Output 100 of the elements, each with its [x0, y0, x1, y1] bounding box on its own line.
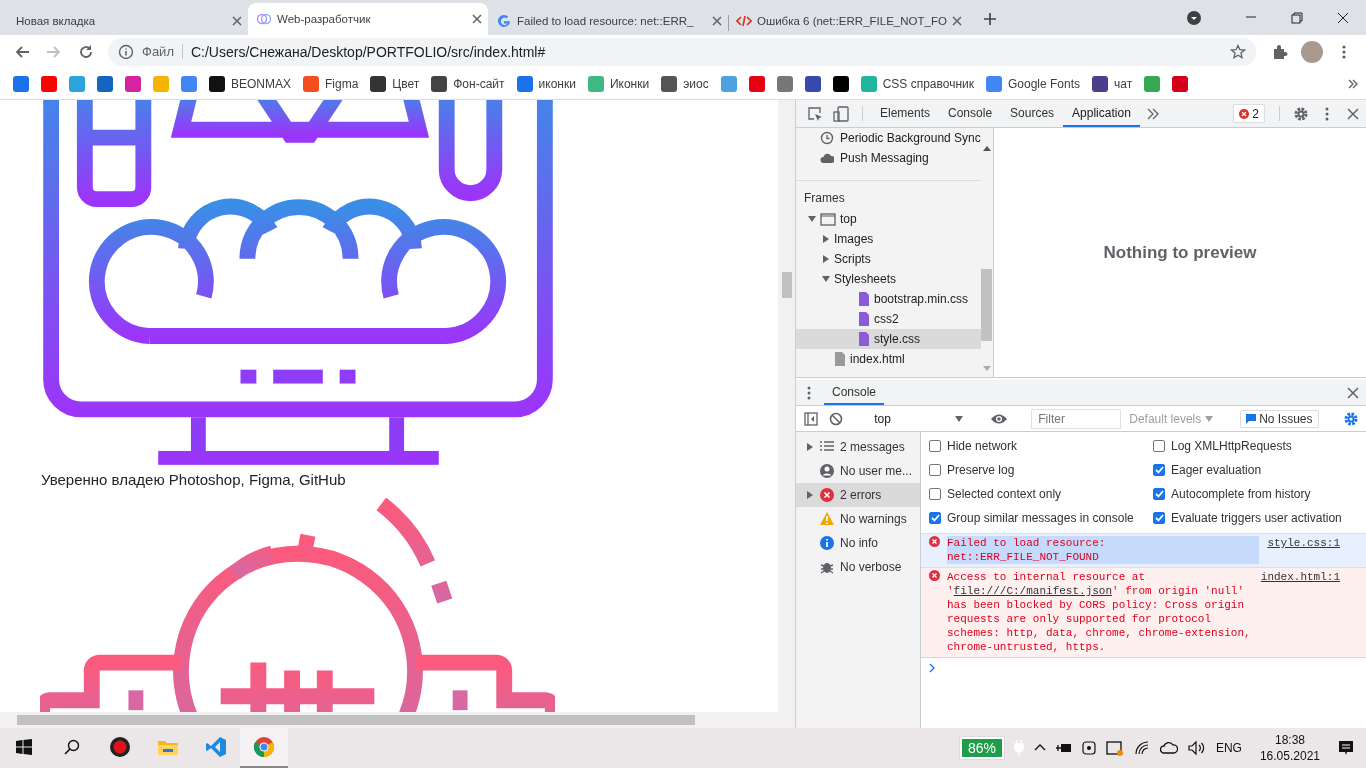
expanded-arrow-icon[interactable]	[808, 215, 816, 223]
error-count-badge[interactable]: 2	[1233, 104, 1265, 123]
checkbox[interactable]	[929, 464, 941, 476]
console-filter-item[interactable]: 2 messages	[796, 435, 920, 459]
tree-item[interactable]: Scripts	[796, 249, 981, 269]
console-filter-item[interactable]: No user me...	[796, 459, 920, 483]
collapsed-arrow-icon[interactable]	[806, 443, 814, 451]
more-options-icon[interactable]	[807, 385, 811, 400]
console-filter-item[interactable]: No info	[796, 531, 920, 555]
windows-start-icon[interactable]	[16, 739, 32, 755]
browser-tab[interactable]: Failed to load resource: net::ERR_	[488, 7, 728, 35]
console-filter-item[interactable]: 2 errors	[796, 483, 920, 507]
tree-item[interactable]: index.html	[796, 349, 981, 369]
checkbox[interactable]	[929, 440, 941, 452]
checkbox[interactable]	[1153, 440, 1165, 452]
tab-search-icon[interactable]	[1186, 9, 1202, 26]
close-icon[interactable]	[1347, 386, 1359, 399]
clock-time[interactable]: 18:38	[1274, 732, 1305, 748]
clock-date[interactable]: 16.05.2021	[1259, 748, 1320, 764]
notification-icon[interactable]	[1338, 740, 1354, 756]
issues-button[interactable]: No Issues	[1240, 409, 1319, 428]
collapsed-arrow-icon[interactable]	[822, 235, 830, 243]
bookmark[interactable]: CSS справочник	[855, 72, 979, 95]
speaker-icon[interactable]	[1187, 740, 1206, 756]
checkbox[interactable]	[1153, 512, 1165, 524]
close-icon[interactable]	[1347, 107, 1359, 120]
address-bar[interactable]: Файл C:/Users/Снежана/Desktop/PORTFOLIO/src/index.html#	[108, 37, 1256, 66]
checkbox[interactable]	[1153, 464, 1165, 476]
tree-item[interactable]: Images	[796, 229, 981, 249]
reload-icon[interactable]	[78, 43, 94, 60]
browser-tab[interactable]: Web-разработчик	[248, 3, 488, 35]
devtools-tab[interactable]: Elements	[871, 100, 940, 127]
prompt-chevron-icon[interactable]	[929, 663, 935, 673]
screen-icon[interactable]	[1105, 740, 1124, 756]
close-icon[interactable]	[1337, 11, 1349, 24]
sidebar-toggle-icon[interactable]	[804, 411, 819, 426]
info-icon[interactable]	[118, 43, 134, 60]
bookmark[interactable]: Цвет	[365, 72, 425, 95]
language-indicator[interactable]: ENG	[1215, 741, 1242, 755]
scrollbar-thumb[interactable]	[981, 269, 993, 341]
wifi-icon[interactable]	[1133, 740, 1150, 756]
file-link[interactable]: file:///C:/manifest.json	[953, 585, 1113, 597]
more-options-icon[interactable]	[1325, 106, 1329, 121]
filter-field[interactable]: Filter	[1031, 408, 1122, 429]
bookmark[interactable]: чат	[1087, 72, 1138, 95]
scroll-up-icon[interactable]	[982, 146, 991, 151]
devtools-tab[interactable]: Console	[939, 100, 1002, 127]
browser-tab[interactable]: Ошибка 6 (net::ERR_FILE_NOT_FO	[728, 7, 968, 35]
devtools-tab[interactable]: Sources	[1001, 100, 1064, 127]
inspect-icon[interactable]	[807, 105, 823, 122]
console-filter-item[interactable]: No verbose	[796, 555, 920, 579]
context-selector[interactable]: top	[868, 411, 967, 426]
settings-icon[interactable]	[1342, 410, 1359, 427]
source-link[interactable]: style.css:1	[1267, 536, 1340, 550]
bookmark[interactable]: BEONMAX	[204, 72, 296, 95]
back-icon[interactable]	[14, 43, 30, 60]
bookmark[interactable]: Иконки	[582, 72, 655, 95]
restore-icon[interactable]	[1291, 11, 1303, 24]
tree-item[interactable]: style.css	[796, 329, 981, 349]
tree-item[interactable]: Stylesheets	[796, 269, 981, 289]
bookmark[interactable]: эиос	[656, 72, 714, 95]
plus-icon[interactable]	[983, 12, 997, 26]
bookmark[interactable]: Google Fonts	[981, 72, 1086, 95]
eye-icon[interactable]	[990, 412, 1009, 425]
checkbox[interactable]	[929, 488, 941, 500]
collapsed-arrow-icon[interactable]	[822, 255, 830, 263]
menu-icon[interactable]	[1342, 43, 1346, 60]
more-tabs-icon[interactable]	[1146, 107, 1159, 120]
tree-item[interactable]: top	[796, 209, 981, 229]
settings-icon[interactable]	[1293, 105, 1309, 122]
bookmark[interactable]: Фон-сайт	[426, 72, 510, 95]
device-toolbar-icon[interactable]	[833, 105, 849, 122]
browser-tab[interactable]: Новая вкладка	[8, 7, 248, 35]
expanded-arrow-icon[interactable]	[822, 275, 830, 283]
source-link[interactable]: index.html:1	[1260, 570, 1340, 584]
search-icon[interactable]	[64, 739, 80, 755]
sidebar-item[interactable]: Periodic Background Sync	[796, 128, 981, 148]
tree-item[interactable]: bootstrap.min.css	[796, 289, 981, 309]
bookmark[interactable]: иконки	[511, 72, 581, 95]
collapsed-arrow-icon[interactable]	[806, 491, 814, 499]
avatar[interactable]	[1301, 40, 1323, 63]
horizontal-scrollbar[interactable]	[0, 712, 795, 728]
cloud-icon[interactable]	[1159, 740, 1178, 756]
clear-icon[interactable]	[828, 411, 843, 426]
vertical-scrollbar[interactable]	[778, 100, 795, 712]
checkbox[interactable]	[1153, 488, 1165, 500]
sidebar-item[interactable]: Push Messaging	[796, 148, 981, 168]
star-icon[interactable]	[1230, 43, 1246, 60]
puzzle-icon[interactable]	[1272, 43, 1288, 60]
chevron-icon[interactable]	[1348, 78, 1358, 89]
console-filter-item[interactable]: No warnings	[796, 507, 920, 531]
scrollbar-thumb[interactable]	[17, 715, 695, 725]
drawer-tab[interactable]: Console	[824, 380, 885, 405]
checkbox[interactable]	[929, 512, 941, 524]
tree-item[interactable]: css2	[796, 309, 981, 329]
devtools-tab[interactable]: Application	[1063, 100, 1140, 127]
bookmark[interactable]: Figma	[298, 72, 364, 95]
camera-icon[interactable]	[1081, 740, 1096, 756]
close-icon[interactable]	[472, 14, 482, 24]
scrollbar-thumb[interactable]	[781, 272, 792, 298]
